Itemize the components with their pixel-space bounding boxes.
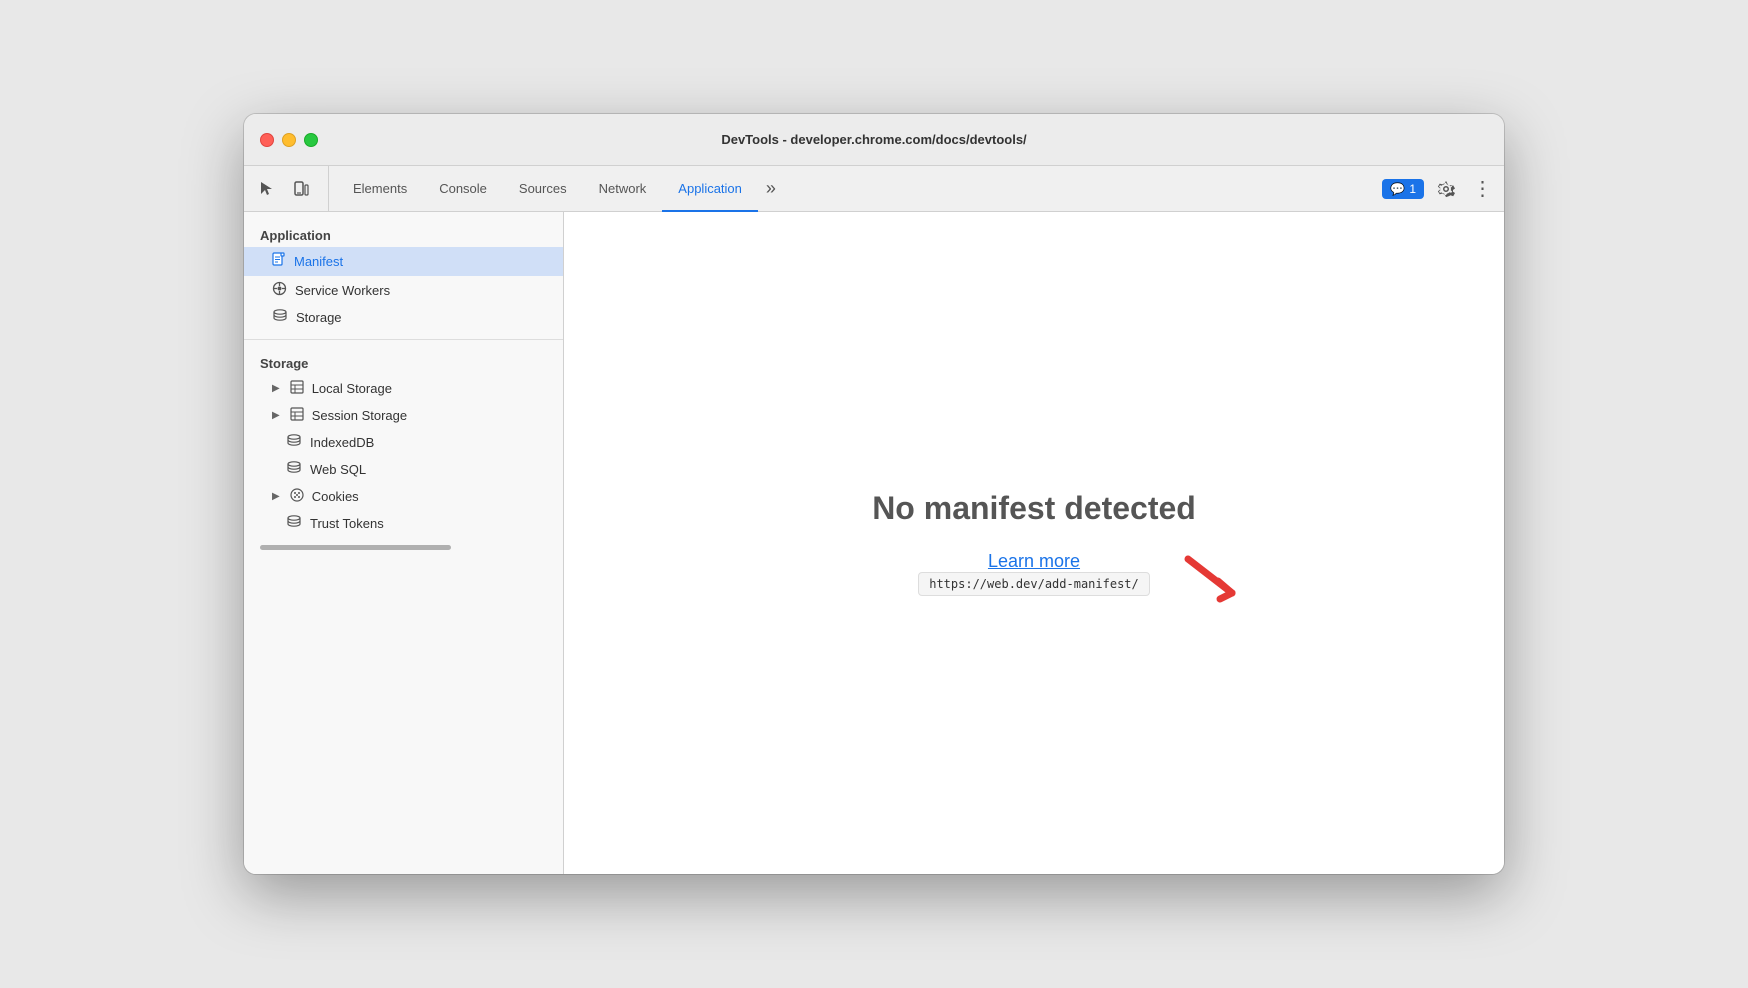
titlebar: DevTools - developer.chrome.com/docs/dev… [244,114,1504,166]
maximize-button[interactable] [304,133,318,147]
local-storage-label: Local Storage [312,381,392,396]
tab-list: Elements Console Sources Network Applica… [337,166,1382,211]
sidebar-item-trust-tokens[interactable]: Trust Tokens [244,510,563,537]
sidebar-item-local-storage[interactable]: ▶ Local Storage [244,375,563,402]
more-options-button[interactable]: ⋮ [1468,175,1496,203]
service-workers-icon [272,281,287,299]
sidebar-item-session-storage[interactable]: ▶ Session Storage [244,402,563,429]
storage-section-header: Storage [244,348,563,375]
local-storage-arrow: ▶ [272,383,280,394]
indexeddb-icon [286,434,302,451]
window-title: DevTools - developer.chrome.com/docs/dev… [721,132,1026,147]
settings-button[interactable] [1432,175,1460,203]
tab-network[interactable]: Network [583,167,663,212]
sidebar-scrollbar-thumb [260,545,451,550]
tab-application[interactable]: Application [662,167,758,212]
cookies-icon [290,488,304,505]
traffic-lights [260,133,318,147]
cookies-arrow: ▶ [272,491,280,502]
manifest-label: Manifest [294,254,343,269]
sidebar-item-service-workers[interactable]: Service Workers [244,276,563,304]
session-storage-label: Session Storage [312,408,407,423]
trust-tokens-label: Trust Tokens [310,516,384,531]
sidebar-item-web-sql[interactable]: Web SQL [244,456,563,483]
issues-count: 1 [1409,182,1416,196]
session-storage-icon [290,407,304,424]
issues-badge[interactable]: 💬 1 [1382,179,1424,199]
devtools-window: DevTools - developer.chrome.com/docs/dev… [244,114,1504,874]
tab-elements[interactable]: Elements [337,167,423,212]
learn-more-link[interactable]: Learn more [988,551,1080,572]
devtools-body: Application Manifest [244,212,1504,874]
cookies-label: Cookies [312,489,359,504]
sidebar-item-cookies[interactable]: ▶ Cookies [244,483,563,510]
storage-icon [272,309,288,326]
service-workers-label: Service Workers [295,283,390,298]
storage-label: Storage [296,310,342,325]
close-button[interactable] [260,133,274,147]
sidebar-item-indexeddb[interactable]: IndexedDB [244,429,563,456]
tab-sources[interactable]: Sources [503,167,583,212]
toolbar-right: 💬 1 ⋮ [1382,166,1496,211]
web-sql-icon [286,461,302,478]
issues-icon: 💬 [1390,182,1405,196]
application-section-header: Application [244,220,563,247]
devtools-icon-group [252,166,329,211]
minimize-button[interactable] [282,133,296,147]
sidebar-divider-1 [244,339,563,340]
tab-console[interactable]: Console [423,167,503,212]
session-storage-arrow: ▶ [272,410,280,421]
sidebar-item-storage[interactable]: Storage [244,304,563,331]
sidebar-item-manifest[interactable]: Manifest [244,247,563,276]
trust-tokens-icon [286,515,302,532]
main-panel: No manifest detected Learn more https://… [564,212,1504,874]
indexeddb-label: IndexedDB [310,435,374,450]
more-tabs-button[interactable]: » [758,166,784,211]
red-arrow-annotation [1180,551,1240,611]
device-toolbar-button[interactable] [286,174,316,204]
no-manifest-title: No manifest detected [872,490,1196,527]
sidebar: Application Manifest [244,212,564,874]
manifest-icon [272,252,286,271]
devtools-tabbar: Elements Console Sources Network Applica… [244,166,1504,212]
local-storage-icon [290,380,304,397]
no-manifest-container: No manifest detected Learn more https://… [872,490,1196,596]
url-tooltip: https://web.dev/add-manifest/ [918,572,1150,596]
cursor-tool-button[interactable] [252,174,282,204]
web-sql-label: Web SQL [310,462,366,477]
